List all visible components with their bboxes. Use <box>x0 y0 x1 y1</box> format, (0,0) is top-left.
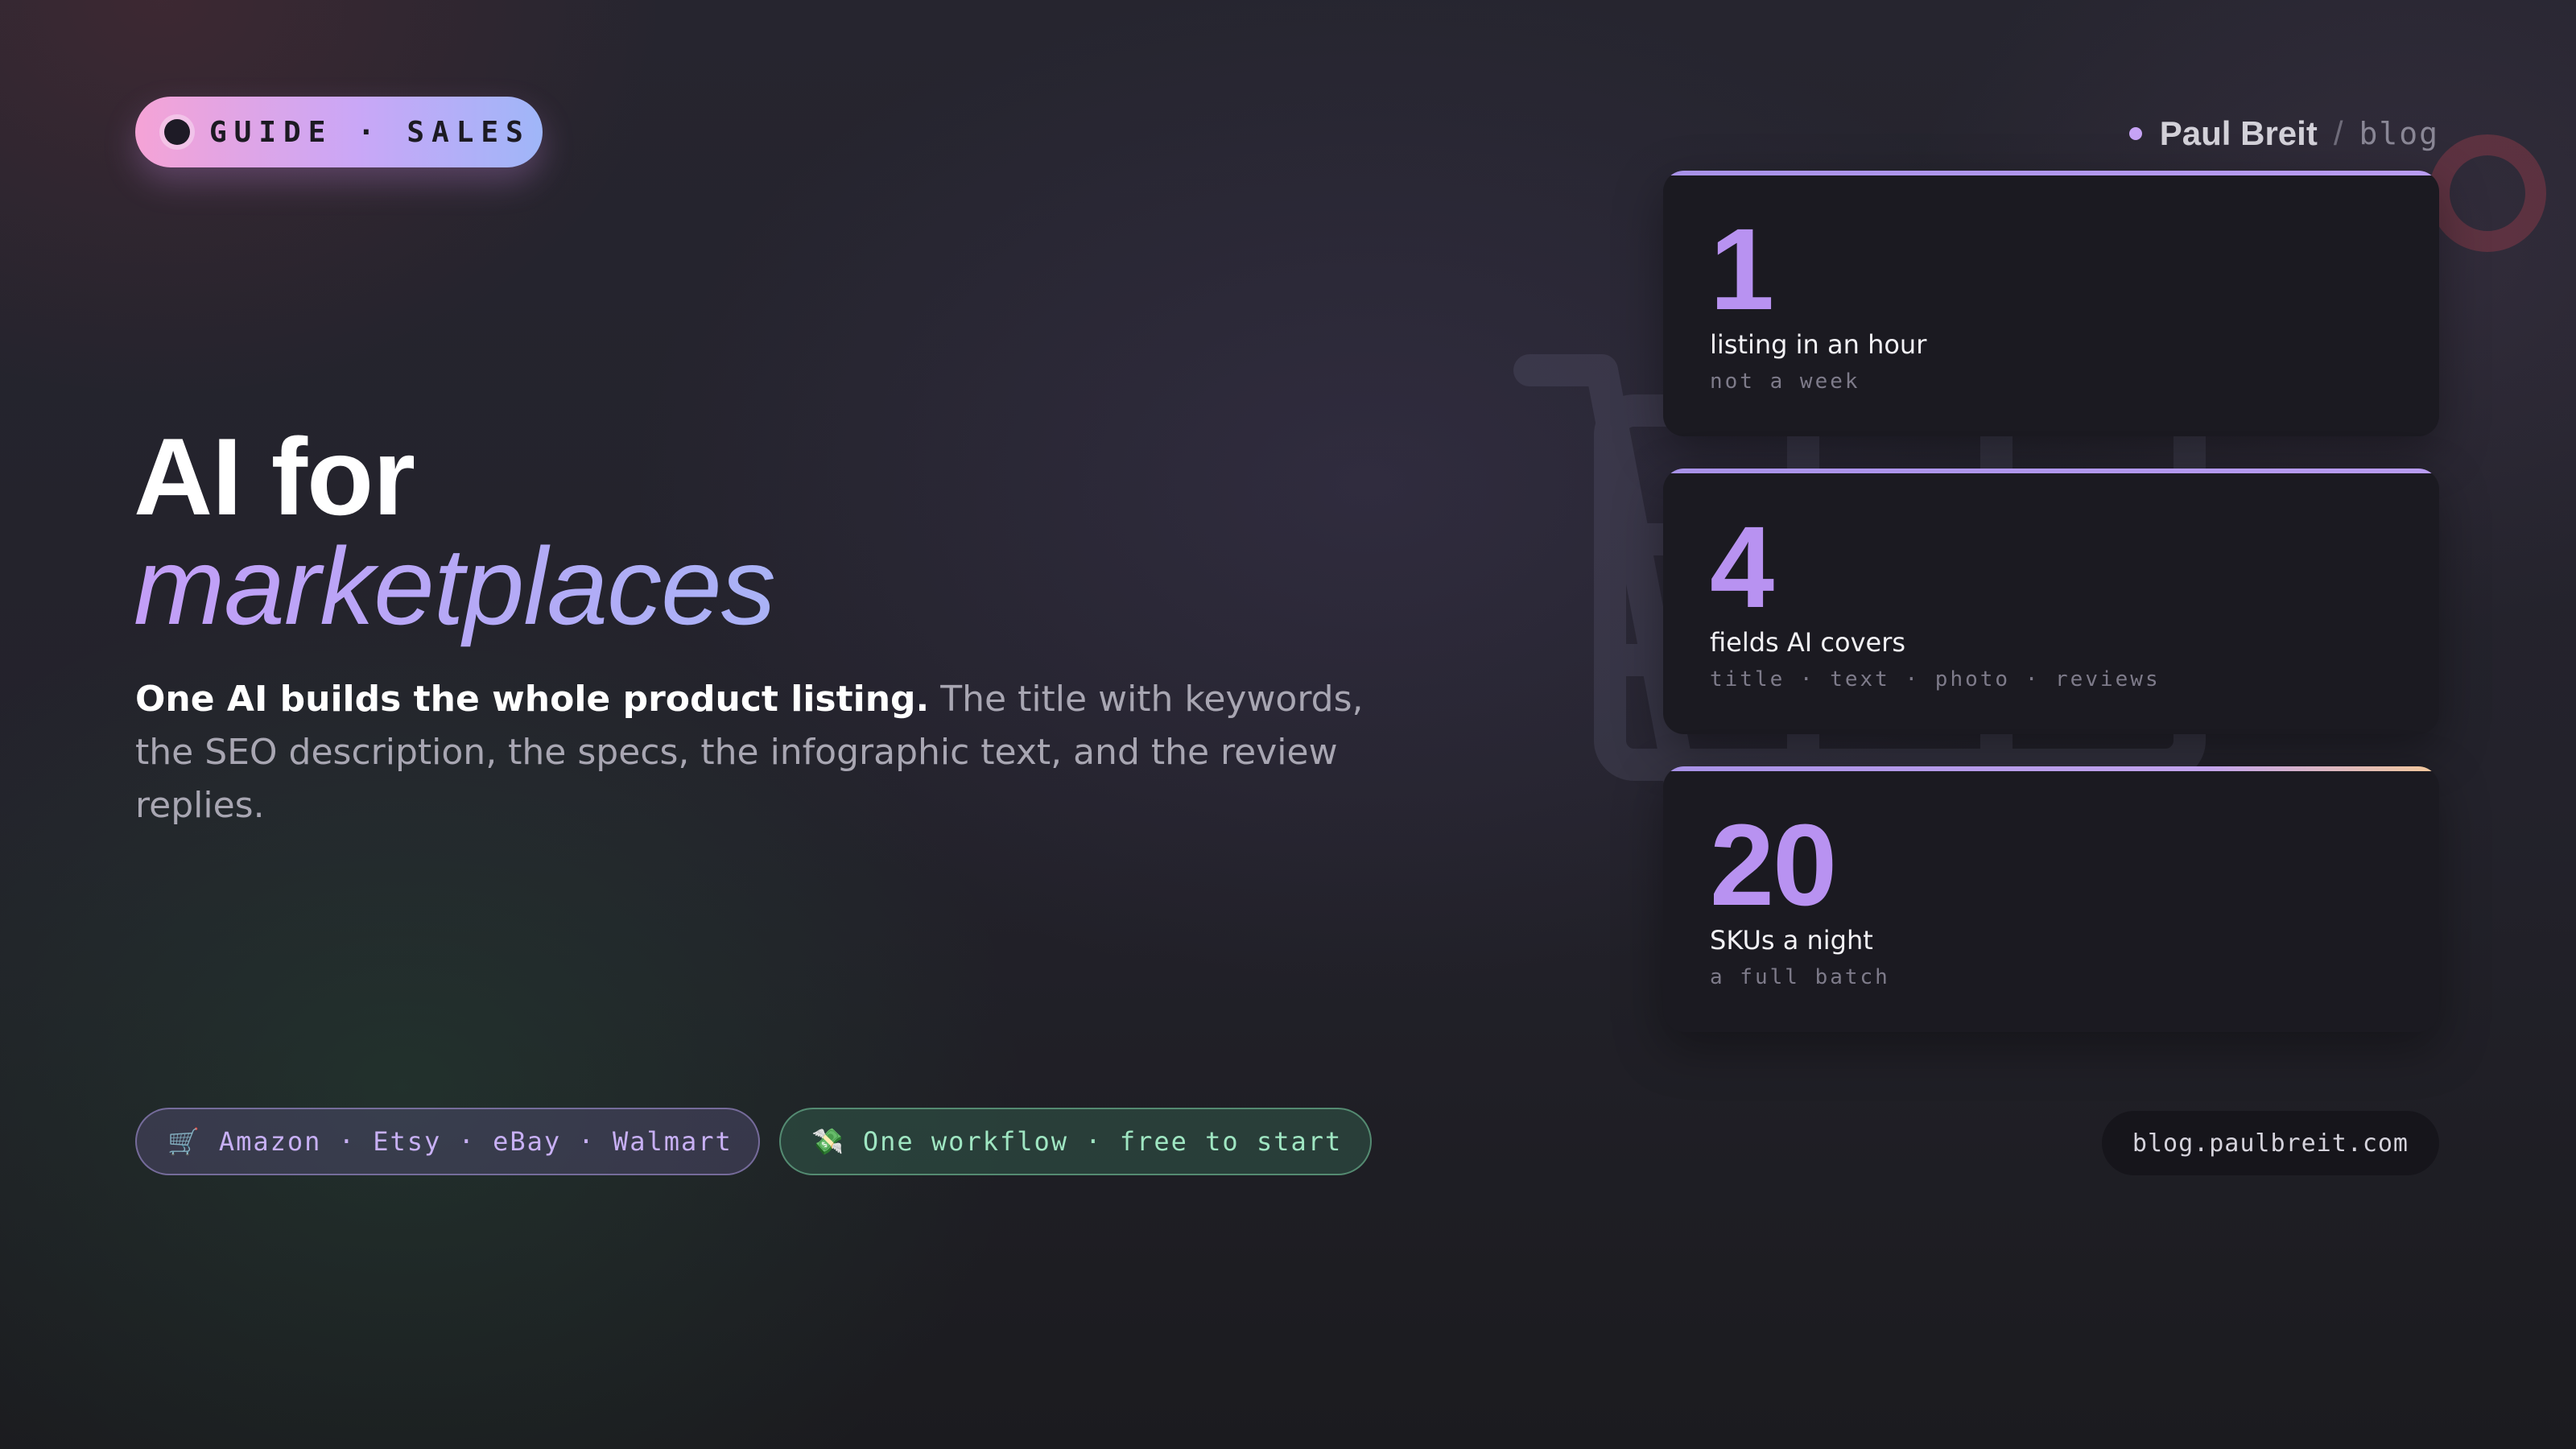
author-name: Paul Breit <box>2159 114 2318 152</box>
stat-number: 4 <box>1710 502 1774 632</box>
author-byline: Paul Breit / blog <box>2128 113 2439 155</box>
marketplaces-text: Amazon · Etsy · eBay · Walmart <box>218 1126 733 1157</box>
stat-label: SKUs a night <box>1710 925 1873 956</box>
stat-number: 1 <box>1710 204 1774 334</box>
stat-sublabel: title · text · photo · reviews <box>1710 667 2161 691</box>
slide: GUIDE · SALES Paul Breit / blog AI for m… <box>0 0 2576 1449</box>
lede-paragraph: One AI builds the whole product listing.… <box>135 673 1407 832</box>
headline-line-2: marketplaces <box>134 522 776 650</box>
author-dot-icon <box>2128 127 2142 140</box>
stat-card-listing: 1 listing in an hour not a week <box>1663 171 2439 436</box>
marketplaces-tag: 🛒 Amazon · Etsy · eBay · Walmart <box>135 1108 760 1175</box>
lede-bold: One AI builds the whole product listing. <box>135 679 930 720</box>
stat-card-skus: 20 SKUs a night a full batch <box>1663 766 2439 1032</box>
money-with-wings-icon: 💸 <box>811 1126 845 1157</box>
workflow-text: One workflow · free to start <box>862 1126 1343 1157</box>
stat-sublabel: not a week <box>1710 369 1860 394</box>
blog-url-link[interactable]: blog.paulbreit.com <box>2101 1111 2439 1175</box>
badge-text: GUIDE · SALES <box>209 115 530 149</box>
stat-card-fields: 4 fields AI covers title · text · photo … <box>1663 469 2439 734</box>
category-badge: GUIDE · SALES <box>135 97 543 167</box>
author-section: blog <box>2359 116 2439 151</box>
author-separator: / <box>2333 114 2343 152</box>
stat-sublabel: a full batch <box>1710 965 1890 989</box>
stat-label: listing in an hour <box>1710 329 1927 360</box>
shopping-cart-icon: 🛒 <box>167 1126 201 1157</box>
workflow-tag: 💸 One workflow · free to start <box>779 1108 1372 1175</box>
badge-dot-icon <box>164 119 190 145</box>
stat-label: fields AI covers <box>1710 627 1906 658</box>
stat-number: 20 <box>1710 800 1837 930</box>
